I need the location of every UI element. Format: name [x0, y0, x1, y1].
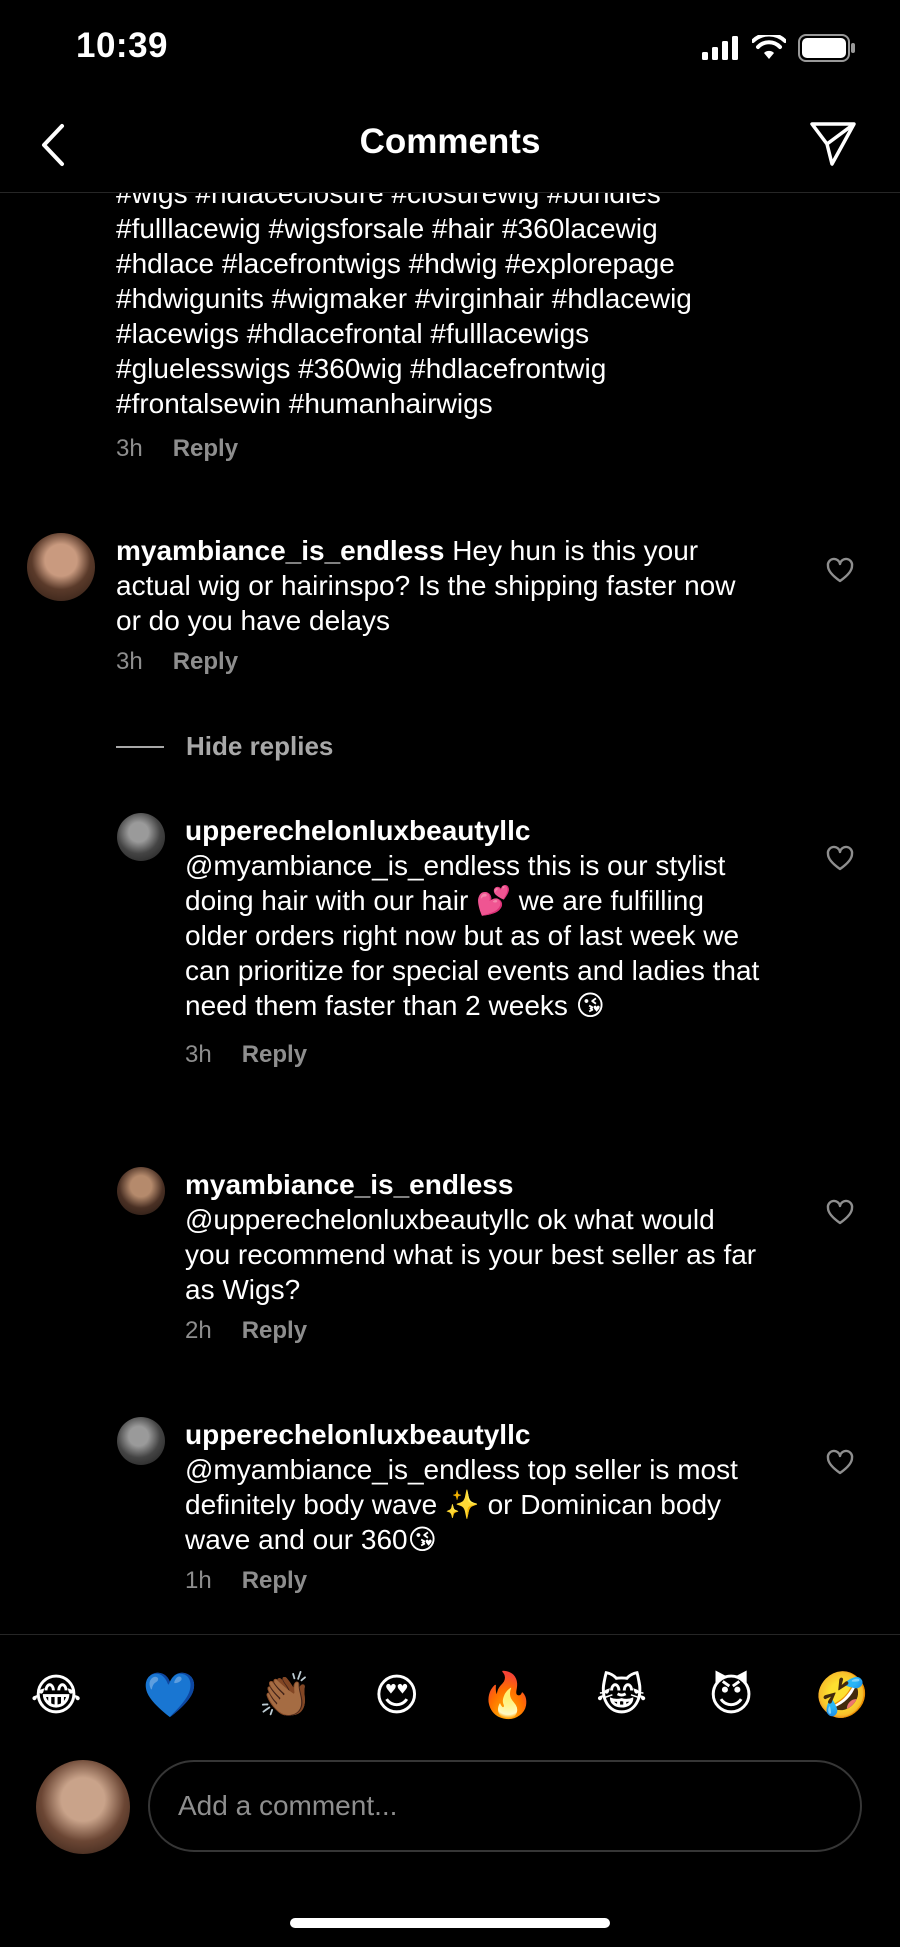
- comment-text: @upperechelonluxbeautyllc ok what would …: [185, 1204, 757, 1305]
- status-bar: 10:39: [0, 0, 900, 100]
- hide-replies-button[interactable]: Hide replies: [116, 731, 333, 762]
- avatar[interactable]: [117, 1417, 165, 1465]
- quick-emoji-bar: 😂 💙 👏🏾 😍 🔥 😹 😈 🤣: [0, 1634, 900, 1755]
- reply-button[interactable]: Reply: [242, 1317, 307, 1345]
- comment-body: myambiance_is_endless Hey hun is this yo…: [116, 533, 766, 638]
- reply: myambiance_is_endless @upperechelonluxbe…: [0, 1167, 900, 1347]
- avatar[interactable]: [117, 1167, 165, 1215]
- caption-meta: 3h Reply: [116, 435, 816, 463]
- comment-meta: 1h Reply: [185, 1567, 307, 1595]
- comment-meta: 2h Reply: [185, 1317, 307, 1345]
- status-icons: [702, 34, 856, 62]
- reply-body: upperechelonluxbeautyllc @myambiance_is_…: [185, 813, 765, 1023]
- emoji-button[interactable]: 😍: [374, 1670, 420, 1721]
- comment-time: 1h: [185, 1567, 212, 1594]
- replies-divider: [116, 745, 164, 748]
- reply-body: upperechelonluxbeautyllc @myambiance_is_…: [185, 1417, 765, 1557]
- caption-text: #wigs #hdlaceclosure #closurewig #bundle…: [116, 193, 816, 463]
- reply-button[interactable]: Reply: [242, 1041, 307, 1069]
- caption-line: #gluelesswigs #360wig #hdlacefrontwig: [116, 353, 607, 384]
- reply: upperechelonluxbeautyllc @myambiance_is_…: [0, 813, 900, 1093]
- comment: myambiance_is_endless Hey hun is this yo…: [0, 533, 900, 683]
- caption-line: #hdwigunits #wigmaker #virginhair #hdlac…: [116, 283, 692, 314]
- home-indicator[interactable]: [290, 1918, 610, 1928]
- reply-body: myambiance_is_endless @upperechelonluxbe…: [185, 1167, 765, 1307]
- reply: upperechelonluxbeautyllc @myambiance_is_…: [0, 1417, 900, 1597]
- battery-icon: [798, 34, 855, 62]
- comment-username[interactable]: upperechelonluxbeautyllc: [185, 1417, 765, 1452]
- emoji-button[interactable]: 🤣: [815, 1669, 870, 1721]
- heart-icon[interactable]: [826, 557, 854, 585]
- reply-button[interactable]: Reply: [173, 648, 238, 676]
- comment-time: 2h: [185, 1317, 212, 1344]
- reply-button[interactable]: Reply: [242, 1567, 307, 1595]
- wifi-icon: [752, 35, 786, 59]
- status-time: 10:39: [76, 26, 169, 65]
- comment-time: 3h: [185, 1041, 212, 1068]
- comment-meta: 3h Reply: [116, 648, 238, 676]
- emoji-button[interactable]: 😂: [30, 1670, 81, 1721]
- avatar[interactable]: [27, 533, 95, 601]
- caption-line: #fulllacewig #wigsforsale #hair #360lace…: [116, 213, 658, 244]
- comment-username[interactable]: upperechelonluxbeautyllc: [185, 813, 765, 848]
- comment-text: @myambiance_is_endless top seller is mos…: [185, 1454, 738, 1555]
- avatar[interactable]: [117, 813, 165, 861]
- comment-composer: [0, 1754, 900, 1864]
- caption-line: #frontalsewin #humanhairwigs: [116, 388, 493, 419]
- current-user-avatar: [36, 1760, 130, 1854]
- comment-meta: 3h Reply: [185, 1041, 307, 1069]
- emoji-button[interactable]: 😈: [708, 1670, 754, 1721]
- emoji-button[interactable]: 💙: [143, 1669, 198, 1721]
- heart-icon[interactable]: [826, 845, 854, 873]
- caption-line: #hdlace #lacefrontwigs #hdwig #explorepa…: [116, 248, 675, 279]
- emoji-button[interactable]: 👏🏾: [258, 1669, 313, 1721]
- comment-text: @myambiance_is_endless this is our styli…: [185, 850, 760, 1021]
- caption-line: #wigs #hdlaceclosure #closurewig #bundle…: [116, 193, 661, 209]
- reply-button[interactable]: Reply: [173, 435, 238, 463]
- comment-time: 3h: [116, 648, 143, 675]
- heart-icon[interactable]: [826, 1199, 854, 1227]
- comment-time: 3h: [116, 435, 143, 462]
- comments-header: Comments: [0, 100, 900, 193]
- page-title: Comments: [359, 122, 541, 161]
- send-icon[interactable]: [808, 118, 858, 168]
- emoji-button[interactable]: 🔥: [480, 1669, 535, 1721]
- comments-list[interactable]: #wigs #hdlaceclosure #closurewig #bundle…: [0, 193, 900, 1633]
- emoji-button[interactable]: 😹: [596, 1670, 647, 1721]
- cellular-signal-icon: [702, 36, 738, 60]
- comment-username[interactable]: myambiance_is_endless: [185, 1167, 765, 1202]
- comment-input[interactable]: [148, 1760, 862, 1852]
- heart-icon[interactable]: [826, 1449, 854, 1477]
- comment-username[interactable]: myambiance_is_endless: [116, 535, 444, 566]
- hide-replies-label: Hide replies: [186, 731, 334, 761]
- caption-line: #lacewigs #hdlacefrontal #fulllacewigs: [116, 318, 590, 349]
